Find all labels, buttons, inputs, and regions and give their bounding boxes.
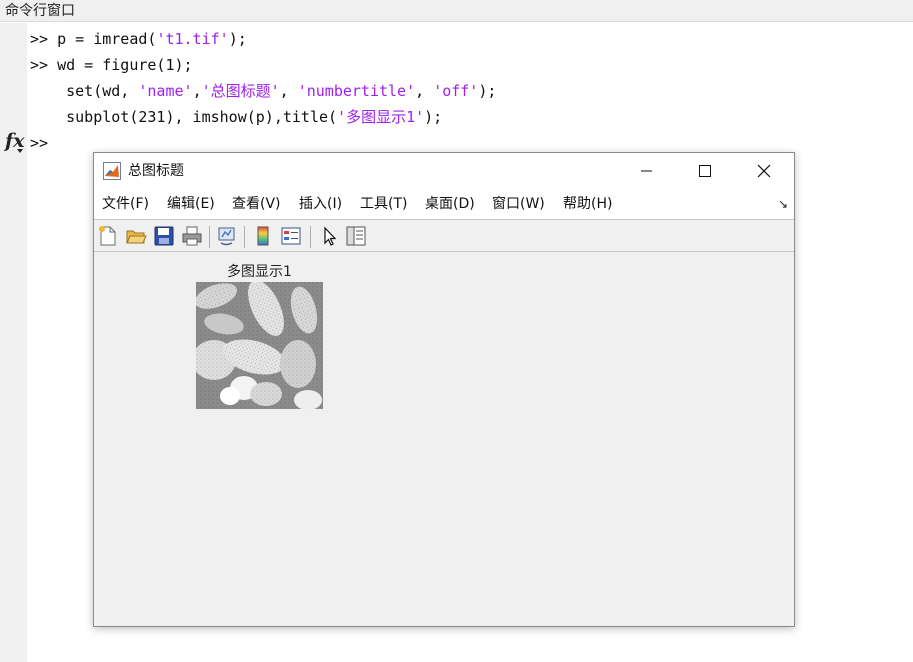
menu-view[interactable]: 查看(V): [232, 189, 281, 219]
code-line-1: >> p = imread('t1.tif');: [30, 26, 247, 52]
legend-icon[interactable]: [280, 225, 302, 247]
dock-arrow-icon[interactable]: ↘: [778, 197, 788, 211]
string-literal: 'off': [433, 82, 479, 100]
code-text: subplot(231), imshow(p),title(: [30, 108, 338, 126]
fx-dropdown-arrow-icon[interactable]: [17, 149, 23, 153]
code-text: );: [424, 108, 443, 126]
command-window-header: 命令行窗口: [0, 0, 913, 22]
subplot-title: 多图显示1: [227, 264, 292, 280]
figure-menubar: 文件(F) 编辑(E) 查看(V) 插入(I) 工具(T) 桌面(D) 窗口(W…: [94, 189, 794, 219]
string-literal: '多图显示1': [337, 108, 425, 126]
matlab-icon: [103, 162, 121, 180]
string-literal: 'name': [138, 82, 193, 100]
command-gutter: [0, 23, 27, 662]
code-line-4: subplot(231), imshow(p),title('多图显示1');: [30, 104, 442, 130]
code-text: ,: [279, 82, 298, 100]
code-text: >>: [30, 134, 49, 152]
command-window-title: 命令行窗口: [5, 3, 75, 19]
menu-window[interactable]: 窗口(W): [492, 189, 545, 219]
code-text: ,: [415, 82, 434, 100]
code-line-2: >> wd = figure(1);: [30, 52, 193, 78]
minimize-button[interactable]: [623, 153, 669, 189]
prompt-line[interactable]: >>: [30, 130, 48, 156]
menu-tools[interactable]: 工具(T): [360, 189, 407, 219]
menu-desktop[interactable]: 桌面(D): [425, 189, 475, 219]
string-literal: '总图标题': [201, 82, 280, 100]
close-button[interactable]: [741, 153, 787, 189]
toolbar-separator: [310, 226, 311, 248]
code-text: );: [478, 82, 497, 100]
save-icon[interactable]: [153, 225, 175, 247]
string-literal: 't1.tif': [156, 30, 229, 48]
figure-title: 总图标题: [128, 163, 184, 179]
code-text: set(wd,: [30, 82, 139, 100]
string-literal: 'numbertitle': [297, 82, 416, 100]
code-text: >> wd = figure(1);: [30, 56, 193, 74]
code-line-3: set(wd, 'name','总图标题', 'numbertitle', 'o…: [30, 78, 496, 104]
link-plot-icon[interactable]: [216, 225, 238, 247]
menu-edit[interactable]: 编辑(E): [167, 189, 215, 219]
maximize-button[interactable]: [682, 153, 728, 189]
menu-insert[interactable]: 插入(I): [299, 189, 342, 219]
menu-file[interactable]: 文件(F): [102, 189, 149, 219]
code-text: );: [228, 30, 247, 48]
menu-help[interactable]: 帮助(H): [563, 189, 612, 219]
toolbar-separator: [244, 226, 245, 248]
figure-toolbar: [94, 219, 794, 252]
new-figure-icon[interactable]: [97, 225, 119, 247]
figure-window[interactable]: 总图标题 文件(F) 编辑(E) 查看(V) 插入(I) 工具(T) 桌面(D)…: [93, 152, 795, 627]
property-inspector-icon[interactable]: [345, 225, 367, 247]
open-file-icon[interactable]: [125, 225, 147, 247]
pointer-icon[interactable]: [318, 225, 340, 247]
code-text: ,: [192, 82, 202, 100]
print-icon[interactable]: [181, 225, 203, 247]
subplot-image[interactable]: [196, 282, 323, 409]
code-text: >> p = imread(: [30, 30, 157, 48]
figure-titlebar[interactable]: 总图标题: [94, 153, 794, 189]
toolbar-separator: [209, 226, 210, 248]
colorbar-icon[interactable]: [252, 225, 274, 247]
